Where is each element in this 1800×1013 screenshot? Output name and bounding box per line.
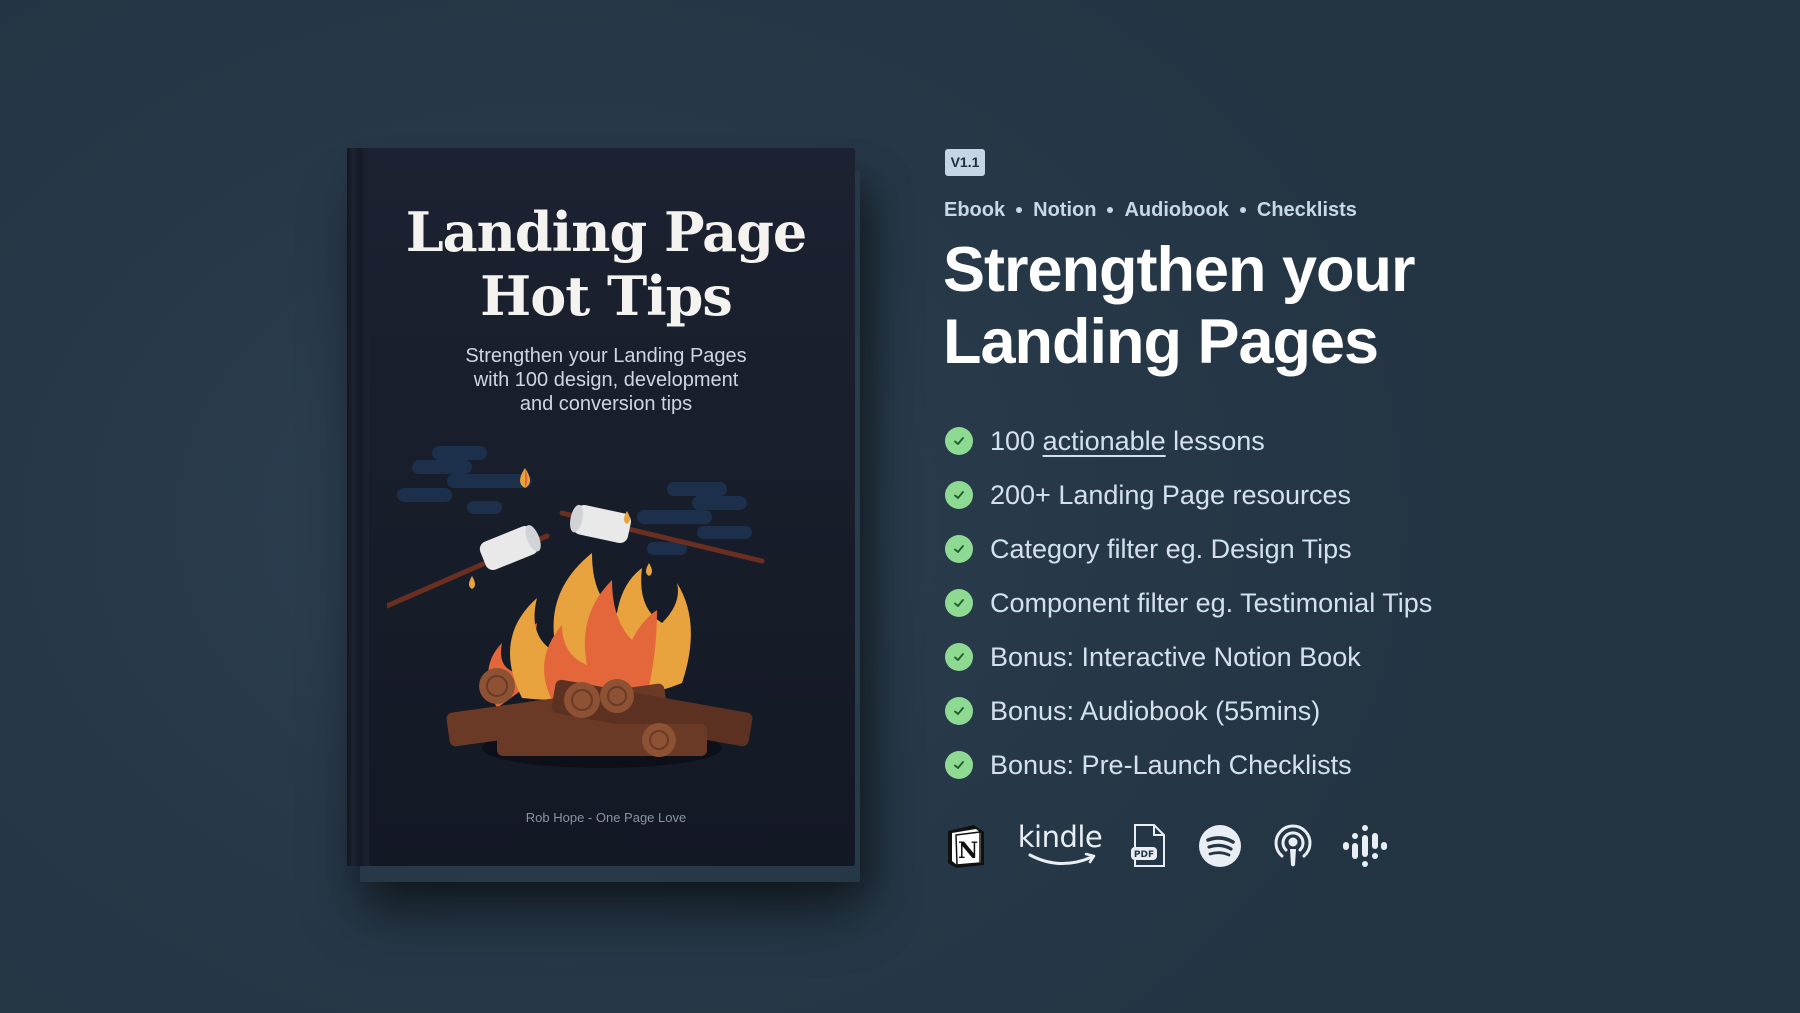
feature-item: 100 actionable lessons [945, 414, 1432, 468]
book-subtitle-line: and conversion tips [519, 393, 693, 415]
marshmallows [479, 504, 632, 570]
feature-item: 200+ Landing Page resources [945, 468, 1432, 522]
version-badge: V1.1 [945, 149, 985, 176]
bullet-separator [1239, 207, 1246, 213]
feature-text: Component filter eg. Testimonial Tips [990, 587, 1433, 618]
format-notion: Notion [1033, 198, 1097, 221]
feature-item: Component filter eg. Testimonial Tips [945, 576, 1432, 630]
kindle-icon-label: kindle [1018, 821, 1103, 854]
headline-line: Landing Pages [943, 307, 1379, 377]
feature-text: Category filter eg. Design Tips [990, 533, 1352, 564]
check-icon [945, 751, 973, 779]
book-title-line: Landing Page [405, 200, 808, 264]
apple-podcasts-icon[interactable] [1272, 823, 1314, 869]
feature-text: 100 actionable lessons [990, 426, 1265, 457]
format-ebook: Ebook [944, 198, 1006, 221]
check-icon [945, 481, 973, 509]
book-subtitle-line: Strengthen your Landing Pages [465, 345, 747, 367]
book-subtitle-line: with 100 design, development [473, 369, 739, 391]
check-icon [945, 643, 973, 671]
headline: Strengthen your Landing Pages [943, 234, 1416, 378]
spotify-icon[interactable] [1198, 823, 1242, 869]
check-icon [945, 589, 973, 617]
book-title: Landing Page Hot Tips [347, 200, 855, 328]
feature-item: Bonus: Interactive Notion Book [945, 630, 1432, 684]
google-podcasts-icon[interactable] [1342, 823, 1388, 869]
book-title-line: Hot Tips [480, 264, 733, 328]
book-subtitle: Strengthen your Landing Pages with 100 d… [347, 344, 855, 416]
format-list: Ebook Notion Audiobook Checklists [944, 196, 1357, 224]
check-icon [945, 535, 973, 563]
book-cover: Landing Page Hot Tips Strengthen your La… [347, 148, 855, 866]
actionable-link[interactable]: actionable [1043, 426, 1166, 456]
bullet-separator [1107, 207, 1114, 213]
kindle-icon[interactable]: kindle [1016, 821, 1104, 871]
check-icon [945, 427, 973, 455]
notion-icon[interactable]: N [944, 821, 988, 871]
format-checklists: Checklists [1256, 198, 1357, 221]
pdf-icon-label: PDF [1134, 850, 1154, 860]
format-audiobook: Audiobook [1124, 198, 1229, 221]
feature-text: Bonus: Pre-Launch Checklists [990, 749, 1352, 780]
feature-text-part: 100 [990, 425, 1043, 456]
feature-list: 100 actionable lessons 200+ Landing Page… [945, 414, 1432, 792]
feature-item: Category filter eg. Design Tips [945, 522, 1432, 576]
feature-text: Bonus: Interactive Notion Book [990, 641, 1361, 672]
feature-text: 200+ Landing Page resources [990, 479, 1352, 510]
pdf-icon[interactable]: PDF [1130, 822, 1168, 870]
check-icon [945, 697, 973, 725]
feature-item: Bonus: Audiobook (55mins) [945, 684, 1432, 738]
campfire-illustration [387, 446, 765, 768]
bullet-separator [1016, 207, 1023, 213]
clouds [397, 446, 752, 555]
book-author: Rob Hope - One Page Love [525, 810, 687, 825]
notion-icon-label: N [958, 838, 978, 864]
feature-text-part: lessons [1165, 425, 1265, 456]
platform-icons: N kindle PDF [944, 818, 1388, 874]
feature-text: Bonus: Audiobook (55mins) [990, 695, 1321, 726]
feature-item: Bonus: Pre-Launch Checklists [945, 738, 1432, 792]
headline-line: Strengthen your [943, 235, 1416, 305]
